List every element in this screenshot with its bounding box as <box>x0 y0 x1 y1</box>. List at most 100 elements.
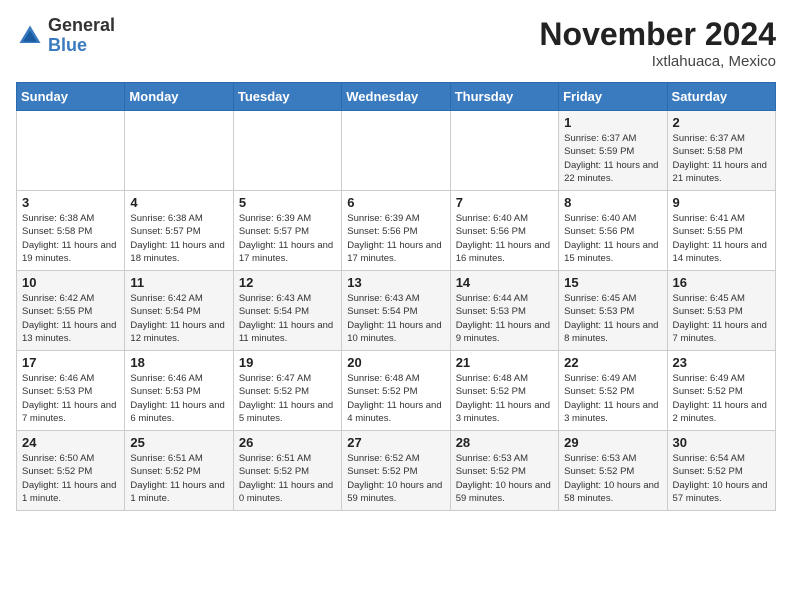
day-info: Sunrise: 6:40 AM Sunset: 5:56 PM Dayligh… <box>456 212 553 265</box>
calendar-cell: 29Sunrise: 6:53 AM Sunset: 5:52 PM Dayli… <box>559 431 667 511</box>
day-info: Sunrise: 6:42 AM Sunset: 5:54 PM Dayligh… <box>130 292 227 345</box>
calendar-cell: 13 Sunrise: 6:43 AM Sunset: 5:54 PM Dayli… <box>342 271 450 351</box>
calendar-cell: 24 Sunrise: 6:50 AM Sunset: 5:52 PM Dayli… <box>17 431 125 511</box>
calendar-cell: 19 Sunrise: 6:47 AM Sunset: 5:52 PM Dayli… <box>233 351 341 431</box>
day-info: Sunrise: 6:51 AM Sunset: 5:52 PM Dayligh… <box>130 452 227 505</box>
day-info: Sunrise: 6:48 AM Sunset: 5:52 PM Dayligh… <box>456 372 553 425</box>
calendar-week-row: 3 Sunrise: 6:38 AM Sunset: 5:58 PM Daylig… <box>17 191 776 271</box>
day-info: Sunrise: 6:43 AM Sunset: 5:54 PM Dayligh… <box>239 292 336 345</box>
logo-text: General Blue <box>48 16 115 56</box>
calendar-cell: 7 Sunrise: 6:40 AM Sunset: 5:56 PM Daylig… <box>450 191 558 271</box>
calendar-cell: 14 Sunrise: 6:44 AM Sunset: 5:53 PM Dayli… <box>450 271 558 351</box>
day-info: Sunrise: 6:49 AM Sunset: 5:52 PM Dayligh… <box>564 372 661 425</box>
calendar-table: SundayMondayTuesdayWednesdayThursdayFrid… <box>16 82 776 511</box>
calendar-cell: 18 Sunrise: 6:46 AM Sunset: 5:53 PM Dayli… <box>125 351 233 431</box>
calendar-cell: 5 Sunrise: 6:39 AM Sunset: 5:57 PM Daylig… <box>233 191 341 271</box>
day-number: 25 <box>130 435 227 450</box>
day-info: Sunrise: 6:39 AM Sunset: 5:57 PM Dayligh… <box>239 212 336 265</box>
day-info: Sunrise: 6:46 AM Sunset: 5:53 PM Dayligh… <box>22 372 119 425</box>
day-info: Sunrise: 6:52 AM Sunset: 5:52 PM Dayligh… <box>347 452 444 505</box>
calendar-cell: 15 Sunrise: 6:45 AM Sunset: 5:53 PM Dayli… <box>559 271 667 351</box>
calendar-cell: 9Sunrise: 6:41 AM Sunset: 5:55 PM Daylig… <box>667 191 775 271</box>
calendar-cell: 28 Sunrise: 6:53 AM Sunset: 5:52 PM Dayli… <box>450 431 558 511</box>
month-title: November 2024 <box>539 16 776 53</box>
calendar-cell: 21 Sunrise: 6:48 AM Sunset: 5:52 PM Dayli… <box>450 351 558 431</box>
day-number: 15 <box>564 275 661 290</box>
day-number: 14 <box>456 275 553 290</box>
day-info: Sunrise: 6:43 AM Sunset: 5:54 PM Dayligh… <box>347 292 444 345</box>
day-info: Sunrise: 6:40 AM Sunset: 5:56 PM Dayligh… <box>564 212 661 265</box>
day-info: Sunrise: 6:38 AM Sunset: 5:58 PM Dayligh… <box>22 212 119 265</box>
title-block: November 2024 Ixtlahuaca, Mexico <box>539 16 776 70</box>
day-info: Sunrise: 6:53 AM Sunset: 5:52 PM Dayligh… <box>456 452 553 505</box>
day-number: 30 <box>673 435 770 450</box>
calendar-cell: 4 Sunrise: 6:38 AM Sunset: 5:57 PM Daylig… <box>125 191 233 271</box>
calendar-header-row: SundayMondayTuesdayWednesdayThursdayFrid… <box>17 83 776 111</box>
day-number: 2 <box>673 115 770 130</box>
calendar-week-row: 1 Sunrise: 6:37 AM Sunset: 5:59 PM Daylig… <box>17 111 776 191</box>
calendar-cell: 6Sunrise: 6:39 AM Sunset: 5:56 PM Daylig… <box>342 191 450 271</box>
day-number: 5 <box>239 195 336 210</box>
day-number: 19 <box>239 355 336 370</box>
day-number: 21 <box>456 355 553 370</box>
calendar-cell: 25 Sunrise: 6:51 AM Sunset: 5:52 PM Dayli… <box>125 431 233 511</box>
logo-icon <box>16 22 44 50</box>
column-header-wednesday: Wednesday <box>342 83 450 111</box>
calendar-cell: 11 Sunrise: 6:42 AM Sunset: 5:54 PM Dayli… <box>125 271 233 351</box>
calendar-cell: 3 Sunrise: 6:38 AM Sunset: 5:58 PM Daylig… <box>17 191 125 271</box>
day-info: Sunrise: 6:48 AM Sunset: 5:52 PM Dayligh… <box>347 372 444 425</box>
day-number: 20 <box>347 355 444 370</box>
calendar-cell: 20 Sunrise: 6:48 AM Sunset: 5:52 PM Dayli… <box>342 351 450 431</box>
day-number: 16 <box>673 275 770 290</box>
day-info: Sunrise: 6:51 AM Sunset: 5:52 PM Dayligh… <box>239 452 336 505</box>
column-header-saturday: Saturday <box>667 83 775 111</box>
calendar-cell: 10Sunrise: 6:42 AM Sunset: 5:55 PM Dayli… <box>17 271 125 351</box>
day-number: 17 <box>22 355 119 370</box>
calendar-cell <box>17 111 125 191</box>
calendar-cell: 26 Sunrise: 6:51 AM Sunset: 5:52 PM Dayli… <box>233 431 341 511</box>
day-number: 26 <box>239 435 336 450</box>
day-number: 13 <box>347 275 444 290</box>
day-info: Sunrise: 6:44 AM Sunset: 5:53 PM Dayligh… <box>456 292 553 345</box>
calendar-cell: 1 Sunrise: 6:37 AM Sunset: 5:59 PM Daylig… <box>559 111 667 191</box>
day-info: Sunrise: 6:41 AM Sunset: 5:55 PM Dayligh… <box>673 212 770 265</box>
day-number: 8 <box>564 195 661 210</box>
calendar-week-row: 17 Sunrise: 6:46 AM Sunset: 5:53 PM Dayli… <box>17 351 776 431</box>
day-info: Sunrise: 6:45 AM Sunset: 5:53 PM Dayligh… <box>673 292 770 345</box>
day-number: 23 <box>673 355 770 370</box>
column-header-monday: Monday <box>125 83 233 111</box>
calendar-cell: 30 Sunrise: 6:54 AM Sunset: 5:52 PM Dayli… <box>667 431 775 511</box>
calendar-cell: 8 Sunrise: 6:40 AM Sunset: 5:56 PM Daylig… <box>559 191 667 271</box>
day-number: 29 <box>564 435 661 450</box>
day-number: 4 <box>130 195 227 210</box>
day-number: 24 <box>22 435 119 450</box>
day-info: Sunrise: 6:39 AM Sunset: 5:56 PM Dayligh… <box>347 212 444 265</box>
day-info: Sunrise: 6:42 AM Sunset: 5:55 PM Dayligh… <box>22 292 119 345</box>
day-info: Sunrise: 6:54 AM Sunset: 5:52 PM Dayligh… <box>673 452 770 505</box>
column-header-friday: Friday <box>559 83 667 111</box>
day-info: Sunrise: 6:37 AM Sunset: 5:59 PM Dayligh… <box>564 132 661 185</box>
day-number: 27 <box>347 435 444 450</box>
day-number: 1 <box>564 115 661 130</box>
day-info: Sunrise: 6:37 AM Sunset: 5:58 PM Dayligh… <box>673 132 770 185</box>
day-info: Sunrise: 6:47 AM Sunset: 5:52 PM Dayligh… <box>239 372 336 425</box>
day-info: Sunrise: 6:38 AM Sunset: 5:57 PM Dayligh… <box>130 212 227 265</box>
calendar-cell: 12 Sunrise: 6:43 AM Sunset: 5:54 PM Dayli… <box>233 271 341 351</box>
day-info: Sunrise: 6:50 AM Sunset: 5:52 PM Dayligh… <box>22 452 119 505</box>
day-number: 11 <box>130 275 227 290</box>
day-number: 7 <box>456 195 553 210</box>
day-info: Sunrise: 6:45 AM Sunset: 5:53 PM Dayligh… <box>564 292 661 345</box>
day-info: Sunrise: 6:46 AM Sunset: 5:53 PM Dayligh… <box>130 372 227 425</box>
day-number: 3 <box>22 195 119 210</box>
calendar-cell <box>233 111 341 191</box>
column-header-tuesday: Tuesday <box>233 83 341 111</box>
day-info: Sunrise: 6:49 AM Sunset: 5:52 PM Dayligh… <box>673 372 770 425</box>
calendar-cell: 2 Sunrise: 6:37 AM Sunset: 5:58 PM Daylig… <box>667 111 775 191</box>
column-header-thursday: Thursday <box>450 83 558 111</box>
day-number: 28 <box>456 435 553 450</box>
day-number: 18 <box>130 355 227 370</box>
day-number: 22 <box>564 355 661 370</box>
calendar-cell: 16 Sunrise: 6:45 AM Sunset: 5:53 PM Dayli… <box>667 271 775 351</box>
calendar-cell: 27 Sunrise: 6:52 AM Sunset: 5:52 PM Dayli… <box>342 431 450 511</box>
day-number: 12 <box>239 275 336 290</box>
